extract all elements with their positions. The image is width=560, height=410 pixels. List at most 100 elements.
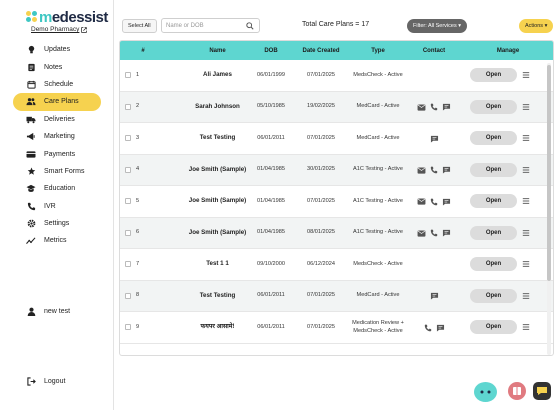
sidebar-item-schedule[interactable]: Schedule bbox=[13, 76, 101, 93]
open-button[interactable]: Open bbox=[470, 257, 517, 271]
list-icon[interactable] bbox=[522, 229, 530, 237]
table-row: 1 Ali James 06/01/1999 07/01/2025 MedsCheck … bbox=[120, 60, 553, 92]
row-checkbox[interactable] bbox=[125, 198, 131, 204]
total-care-plans: Total Care Plans = 17 bbox=[302, 21, 370, 28]
sidebar-item-label: Schedule bbox=[44, 80, 74, 88]
message-icon[interactable] bbox=[442, 229, 451, 237]
patient-dob: 09/10/2000 bbox=[257, 260, 285, 267]
list-icon[interactable] bbox=[522, 103, 530, 111]
row-number: 1 bbox=[136, 71, 140, 78]
forms-icon bbox=[26, 166, 36, 176]
open-button[interactable]: Open bbox=[470, 162, 517, 177]
filter-services-button[interactable]: Filter: All Services ▾ bbox=[407, 19, 467, 33]
email-icon[interactable] bbox=[417, 166, 426, 174]
table-row: 9 फयपर आसामे! 06/01/2011 07/01/2025 Medicati… bbox=[120, 312, 553, 344]
open-button[interactable]: Open bbox=[470, 131, 517, 145]
list-icon[interactable] bbox=[522, 134, 530, 142]
phone-icon[interactable] bbox=[430, 166, 438, 174]
sidebar-item-updates[interactable]: Updates bbox=[13, 41, 101, 58]
open-button[interactable]: Open bbox=[470, 68, 517, 82]
pharmacy-link[interactable]: Demo Pharmacy bbox=[31, 26, 88, 33]
message-icon bbox=[537, 387, 547, 395]
scrollbar-thumb[interactable] bbox=[547, 65, 551, 281]
search-input[interactable]: Name or DOB bbox=[161, 18, 260, 33]
feedback-button[interactable] bbox=[508, 382, 526, 400]
row-checkbox[interactable] bbox=[125, 166, 131, 173]
message-icon[interactable] bbox=[442, 198, 451, 206]
sidebar-item-marketing[interactable]: Marketing bbox=[13, 128, 101, 145]
logout-button[interactable]: Logout bbox=[13, 373, 101, 390]
phone-icon[interactable] bbox=[430, 229, 438, 237]
sidebar-item-label: Notes bbox=[44, 63, 63, 71]
message-icon[interactable] bbox=[430, 292, 439, 300]
email-icon[interactable] bbox=[417, 229, 426, 237]
message-icon[interactable] bbox=[430, 135, 439, 143]
user-name: new test bbox=[44, 308, 71, 316]
chat-bot-button[interactable] bbox=[474, 382, 497, 402]
sidebar-item-settings[interactable]: Settings bbox=[13, 215, 101, 232]
help-button[interactable] bbox=[533, 382, 551, 400]
row-checkbox[interactable] bbox=[125, 324, 131, 330]
email-icon[interactable] bbox=[417, 103, 426, 111]
sidebar-item-ivr[interactable]: IVR bbox=[13, 198, 101, 215]
list-icon[interactable] bbox=[522, 197, 530, 205]
header-type[interactable]: Type bbox=[346, 41, 410, 60]
row-number: 9 bbox=[136, 323, 140, 330]
header-date-created[interactable]: Date Created bbox=[296, 41, 346, 60]
row-checkbox[interactable] bbox=[125, 229, 131, 236]
open-button[interactable]: Open bbox=[470, 99, 517, 114]
message-icon[interactable] bbox=[436, 324, 445, 332]
sidebar-item-education[interactable]: Education bbox=[13, 180, 101, 197]
people-icon bbox=[26, 97, 36, 107]
select-all-button[interactable]: Select All bbox=[122, 19, 157, 33]
search-placeholder: Name or DOB bbox=[166, 22, 204, 29]
contact-actions bbox=[412, 60, 456, 91]
row-checkbox[interactable] bbox=[125, 261, 131, 267]
brand-logo[interactable]: medessist bbox=[26, 9, 108, 26]
sidebar-item-smart-forms[interactable]: Smart Forms bbox=[13, 163, 101, 180]
sidebar-item-label: IVR bbox=[44, 202, 56, 210]
list-icon[interactable] bbox=[522, 71, 530, 79]
sidebar-item-payments[interactable]: Payments bbox=[13, 145, 101, 162]
phone-icon[interactable] bbox=[430, 198, 438, 206]
list-icon[interactable] bbox=[522, 323, 530, 331]
date-created: 07/01/2025 bbox=[307, 323, 335, 330]
external-link-icon bbox=[81, 26, 88, 33]
row-number: 3 bbox=[136, 134, 140, 141]
patient-dob: 01/04/1985 bbox=[257, 229, 285, 236]
open-button[interactable]: Open bbox=[470, 225, 517, 240]
sidebar-item-notes[interactable]: Notes bbox=[13, 58, 101, 75]
phone-icon[interactable] bbox=[430, 103, 438, 111]
open-button[interactable]: Open bbox=[470, 288, 517, 303]
sidebar-item-metrics[interactable]: Metrics bbox=[13, 232, 101, 249]
sidebar-item-label: Payments bbox=[44, 150, 76, 158]
phone-icon[interactable] bbox=[424, 324, 432, 332]
sidebar-item-deliveries[interactable]: Deliveries bbox=[13, 111, 101, 128]
actions-button[interactable]: Actions ▾ bbox=[519, 19, 554, 33]
row-checkbox[interactable] bbox=[125, 103, 131, 110]
list-icon[interactable] bbox=[522, 292, 530, 300]
user-menu[interactable]: new test bbox=[13, 303, 101, 320]
message-icon[interactable] bbox=[442, 166, 451, 174]
row-number: 7 bbox=[136, 260, 140, 267]
care-plan-type: MedsCheck - Active bbox=[353, 71, 403, 78]
care-plan-type: Medication Review + MedsCheck - Active bbox=[352, 320, 404, 334]
book-icon bbox=[513, 387, 521, 395]
row-checkbox[interactable] bbox=[125, 72, 131, 78]
row-checkbox[interactable] bbox=[125, 292, 131, 299]
date-created: 07/01/2025 bbox=[307, 71, 335, 78]
sidebar-item-care-plans[interactable]: Care Plans bbox=[13, 93, 101, 111]
message-icon[interactable] bbox=[442, 103, 451, 111]
row-checkbox[interactable] bbox=[125, 135, 131, 141]
sidebar-item-label: Marketing bbox=[44, 133, 75, 141]
header-dob[interactable]: DOB bbox=[248, 41, 294, 60]
table-scrollbar[interactable] bbox=[547, 63, 551, 355]
list-icon[interactable] bbox=[522, 166, 530, 174]
search-icon[interactable] bbox=[246, 22, 254, 30]
open-button[interactable]: Open bbox=[470, 194, 517, 208]
email-icon[interactable] bbox=[417, 198, 426, 205]
list-icon[interactable] bbox=[522, 260, 530, 268]
open-button[interactable]: Open bbox=[470, 320, 517, 334]
sidebar-item-label: Settings bbox=[44, 220, 70, 228]
megaphone-icon bbox=[26, 132, 36, 142]
